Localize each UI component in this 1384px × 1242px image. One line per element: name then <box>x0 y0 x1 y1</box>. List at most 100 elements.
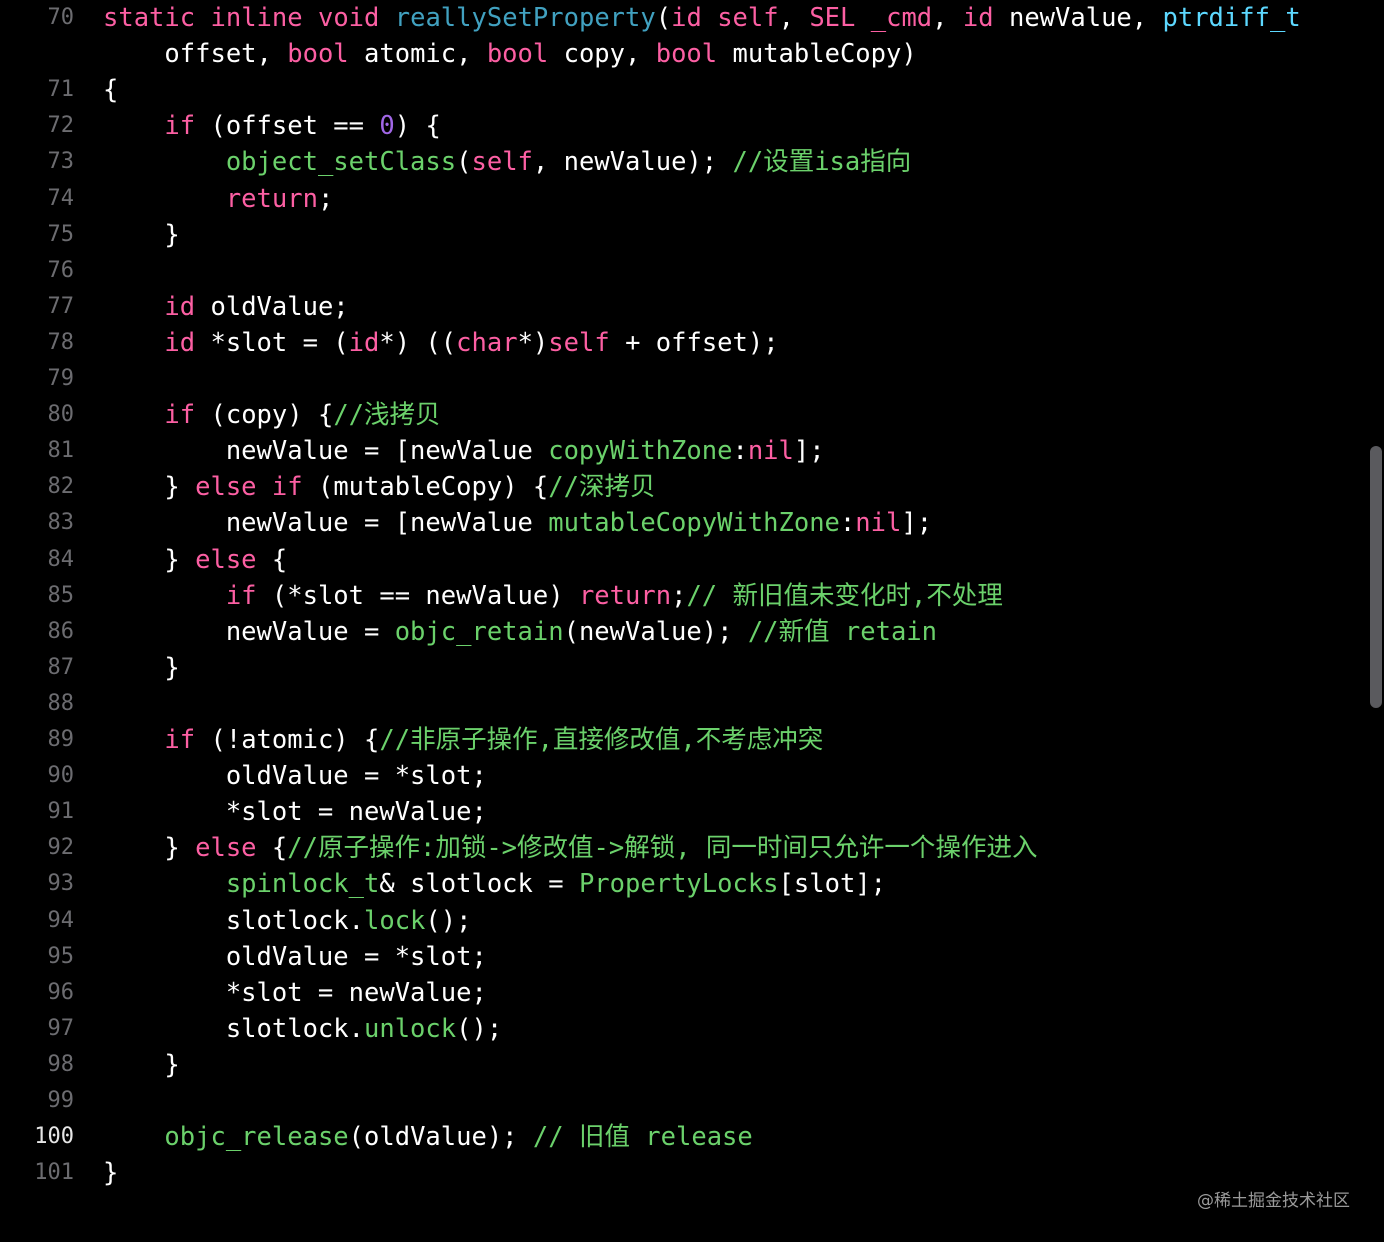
code-token: self <box>471 147 533 178</box>
code-token: bool <box>287 39 349 70</box>
code-token: inline <box>210 3 303 33</box>
code-token: void <box>317 3 380 33</box>
code-token: (oldValue); <box>348 1122 533 1153</box>
code-token: objc_retain <box>394 616 564 647</box>
code-token: ; <box>317 183 334 214</box>
code-token: oldValue = *slot; <box>103 941 487 972</box>
code-token: // 旧值 release <box>532 1122 753 1153</box>
code-token: if <box>164 400 196 431</box>
code-token: // 新旧值未变化时,不处理 <box>686 580 1003 611</box>
code-token: atomic, <box>348 39 487 70</box>
code-text: } else if (mutableCopy) {//深拷贝 <box>103 469 655 505</box>
code-token: if <box>225 580 257 611</box>
line-number: 75 <box>47 221 75 247</box>
code-text: if (copy) {//浅拷贝 <box>103 397 440 433</box>
code-text: { <box>103 72 118 108</box>
code-token: ( <box>655 3 672 33</box>
watermark: @稀土掘金技术社区 <box>1197 1191 1350 1211</box>
code-text: object_setClass(self, newValue); //设置isa… <box>103 144 911 180</box>
line-number: 97 <box>47 1015 75 1041</box>
code-token: : <box>732 436 748 467</box>
code-token: id <box>164 327 196 358</box>
code-token: return <box>578 580 672 611</box>
code-token: , <box>778 3 810 33</box>
code-token: objc_release <box>164 1122 349 1153</box>
code-token: (copy) { <box>195 400 334 431</box>
line-number: 84 <box>47 546 75 572</box>
line-number: 94 <box>47 907 75 933</box>
code-token: } <box>103 833 196 864</box>
code-text: } <box>103 650 179 686</box>
code-text: offset, bool atomic, bool copy, bool mut… <box>103 36 916 72</box>
code-token: SEL <box>809 3 856 33</box>
code-token: *) (( <box>379 327 457 358</box>
code-token: bool <box>486 39 549 70</box>
code-token: (offset == <box>195 111 380 142</box>
code-text: return; <box>103 181 333 217</box>
code-token: } <box>103 1158 119 1189</box>
code-token: oldValue; <box>195 291 349 322</box>
code-token: ; <box>671 580 687 611</box>
vertical-scrollbar[interactable] <box>1370 446 1382 708</box>
code-token: else <box>195 833 257 864</box>
code-token: newValue, <box>993 3 1163 33</box>
code-token: _cmd <box>870 3 933 33</box>
line-number: 80 <box>47 402 75 428</box>
code-token: { <box>103 75 119 106</box>
code-token: object_setClass <box>225 147 457 178</box>
code-token: slotlock. <box>103 1013 364 1044</box>
code-token: nil <box>855 508 902 539</box>
code-token: id <box>671 3 702 33</box>
line-number: 91 <box>47 799 75 825</box>
line-number: 88 <box>47 690 75 716</box>
code-token: if <box>271 472 303 503</box>
code-token: *slot = ( <box>195 327 349 358</box>
code-text: newValue = [newValue mutableCopyWithZone… <box>103 505 932 541</box>
code-token: ]; <box>793 436 825 467</box>
code-token: (!atomic) { <box>195 725 380 755</box>
code-token: [slot]; <box>778 869 887 900</box>
line-number: 96 <box>47 979 75 1005</box>
code-token: self <box>548 327 610 358</box>
code-text: newValue = objc_retain(newValue); //新值 r… <box>103 614 937 650</box>
code-text: newValue = [newValue copyWithZone:nil]; <box>103 433 825 469</box>
code-token: newValue = [newValue <box>103 508 549 539</box>
code-token: //新值 retain <box>747 616 937 647</box>
code-token: (); <box>425 905 472 936</box>
code-text: *slot = newValue; <box>103 794 487 830</box>
code-token: unlock <box>364 1013 457 1044</box>
code-token: id <box>164 291 196 322</box>
code-token: newValue = [newValue <box>103 436 549 467</box>
code-token: ptrdiff_t <box>1162 3 1301 33</box>
line-number: 78 <box>47 329 75 355</box>
line-number: 71 <box>47 77 75 103</box>
code-editor[interactable]: 70 static inline void reallySetProperty(i… <box>0 0 1384 1242</box>
code-token: (*slot == newValue) <box>256 580 579 611</box>
code-token: + offset); <box>609 327 779 358</box>
line-number: 98 <box>47 1051 75 1077</box>
code-token: { <box>256 833 288 864</box>
line-number: 85 <box>47 582 75 608</box>
code-text: id *slot = (id*) ((char*)self + offset); <box>103 325 779 361</box>
code-token: *slot = newValue; <box>103 977 487 1008</box>
code-token: oldValue = *slot; <box>103 761 487 792</box>
line-number: 89 <box>47 727 75 752</box>
code-text: } else {//原子操作:加锁->修改值->解锁, 同一时间只允许一个操作进… <box>103 830 1037 866</box>
line-number: 92 <box>47 835 75 861</box>
line-number: 74 <box>47 185 75 211</box>
code-token: bool <box>655 39 718 70</box>
line-number: 93 <box>47 871 75 897</box>
code-text: if (!atomic) {//非原子操作,直接修改值,不考虑冲突 <box>103 722 823 758</box>
code-token: offset, <box>103 39 288 70</box>
line-number: 72 <box>47 113 75 139</box>
code-token: nil <box>747 436 794 467</box>
